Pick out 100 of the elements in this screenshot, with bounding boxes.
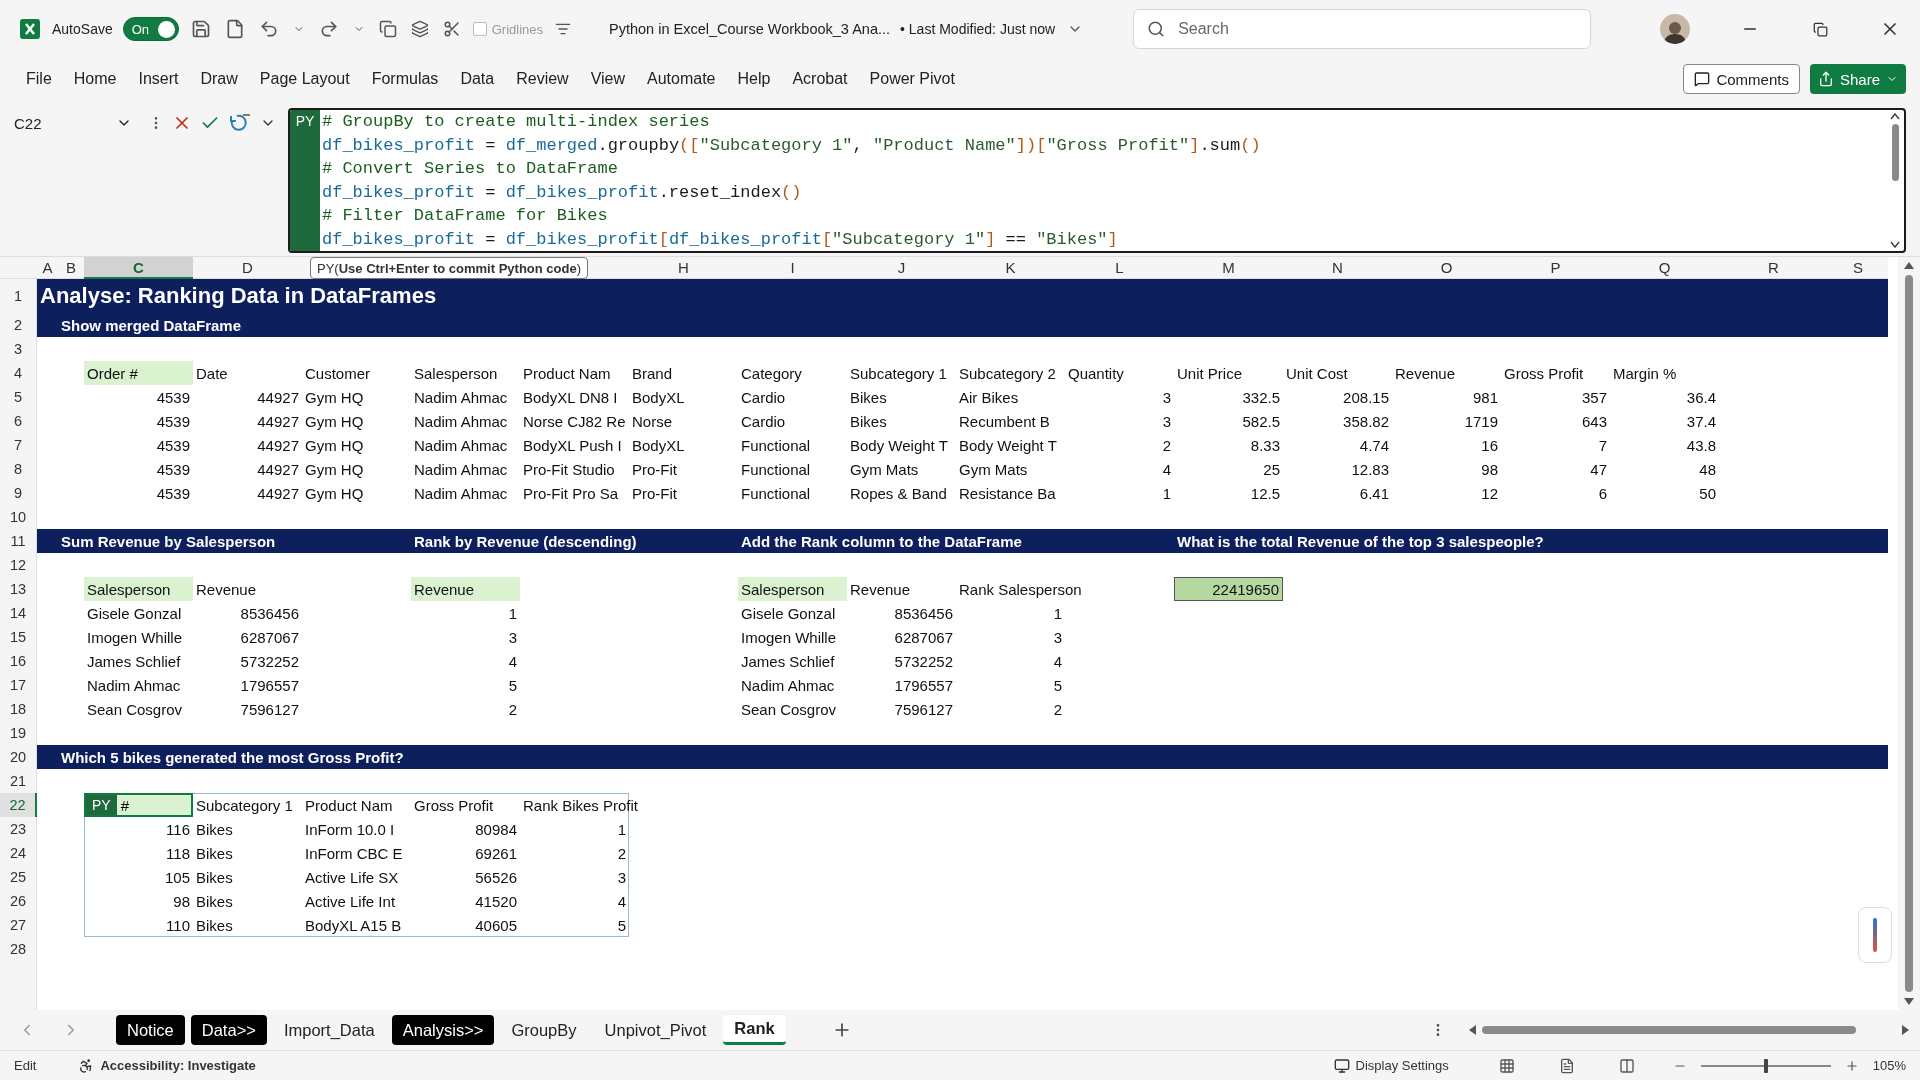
menu-tab[interactable]: Review xyxy=(506,64,579,94)
table-cell-text: 6.41 xyxy=(1358,483,1390,504)
table-cell-text: Bikes xyxy=(195,819,234,840)
menu-tab[interactable]: Home xyxy=(63,64,127,94)
output-type-icon[interactable] xyxy=(228,112,252,134)
table-cell-text: Gross Profit xyxy=(1503,363,1585,384)
scroll-right-icon[interactable] xyxy=(1902,1025,1910,1035)
code-line: # Filter DataFrame for Bikes xyxy=(322,205,609,227)
table-cell-text: 41520 xyxy=(474,891,518,912)
selected-cell[interactable]: PY # xyxy=(84,793,193,817)
table-cell-text: 12.5 xyxy=(1249,483,1281,504)
table-cell-text: 1719 xyxy=(1463,411,1499,432)
table-cell-text: 6287067 xyxy=(239,627,300,648)
monitor-icon xyxy=(1333,1057,1350,1074)
accessibility-button[interactable]: Accessibility: Investigate xyxy=(72,1056,262,1075)
sheet-tab[interactable]: Notice xyxy=(116,1015,185,1045)
display-settings-button[interactable]: Display Settings xyxy=(1327,1056,1455,1075)
sheet-tab[interactable]: Analysis>> xyxy=(391,1015,495,1045)
table-cell-text: 12 xyxy=(1480,483,1499,504)
page-break-icon[interactable] xyxy=(1618,1057,1635,1074)
table-cell-text: InForm 10.0 I xyxy=(304,819,396,840)
sheet-tab[interactable]: GroupBy xyxy=(500,1015,588,1045)
sheet-tab[interactable]: Rank xyxy=(723,1015,786,1045)
table-cell-text: 2 xyxy=(1052,699,1063,720)
menu-tab[interactable]: Draw xyxy=(190,64,248,94)
menu-tab[interactable]: Formulas xyxy=(361,64,449,94)
table-cell-text: 2 xyxy=(616,843,627,864)
scroll-up-icon[interactable] xyxy=(1904,261,1914,269)
table-cell-text: Cardio xyxy=(740,387,787,408)
python-code-editor[interactable] xyxy=(288,108,1906,253)
table-cell-text: 2 xyxy=(1161,435,1172,456)
scroll-left-icon[interactable] xyxy=(1468,1025,1476,1035)
page-layout-icon[interactable] xyxy=(1558,1057,1575,1074)
sheet-tab[interactable]: Import_Data xyxy=(272,1015,386,1045)
table-cell-text: Bikes xyxy=(849,411,888,432)
table-cell-text: Subcategory 1 xyxy=(849,363,948,384)
scrollbar-thumb[interactable] xyxy=(1905,275,1913,992)
zoom-in-icon[interactable] xyxy=(1844,1058,1859,1073)
table-cell-text: Bikes xyxy=(195,891,234,912)
table-cell-text: Date xyxy=(195,363,229,384)
comments-button[interactable]: Comments xyxy=(1683,64,1800,94)
table-cell-text: Nadim Ahmac xyxy=(740,675,836,696)
table-cell-text: 981 xyxy=(1471,387,1499,408)
table-cell-text: 4.74 xyxy=(1358,435,1390,456)
table-cell-text: Imogen Whille xyxy=(86,627,184,648)
code-line: df_bikes_profit = df_bikes_profit.reset_index() xyxy=(322,181,803,204)
row-header[interactable]: 22 xyxy=(0,793,37,817)
menu-tab[interactable]: Insert xyxy=(128,64,189,94)
table-cell-text: 118 xyxy=(165,843,191,864)
table-cell-text: 4539 xyxy=(155,459,191,480)
avatar-icon[interactable] xyxy=(1660,14,1690,44)
color-bar-icon xyxy=(1873,918,1877,952)
section-heading: Add the Rank column to the DataFrame xyxy=(740,531,1023,552)
menu-tab[interactable]: Power Pivot xyxy=(859,64,965,94)
section-heading: Show merged DataFrame xyxy=(60,315,243,336)
table-cell-text: Gisele Gonzal xyxy=(86,603,183,624)
table-cell-text: Gym HQ xyxy=(304,459,365,480)
scrollbar-thumb[interactable] xyxy=(1482,1026,1856,1034)
side-panel-tab[interactable] xyxy=(1858,907,1892,963)
normal-view-icon[interactable] xyxy=(1498,1057,1515,1074)
menu-tab[interactable]: File xyxy=(16,64,62,94)
column-header[interactable]: C xyxy=(84,257,193,279)
table-cell-text: Gross Profit xyxy=(413,795,495,816)
table-cell-text: Gym HQ xyxy=(304,411,365,432)
share-icon xyxy=(1817,71,1834,87)
table-cell-text: 116 xyxy=(165,819,191,840)
menu-tab[interactable]: Help xyxy=(727,64,781,94)
sheet-tab[interactable]: Unpivot_Pivot xyxy=(593,1015,718,1045)
table-cell-text: 3 xyxy=(1161,411,1172,432)
menu-tab[interactable]: Page Layout xyxy=(249,64,360,94)
menu-tab[interactable]: View xyxy=(580,64,636,94)
table-cell-text: 6 xyxy=(1597,483,1608,504)
scrollbar-thumb[interactable] xyxy=(1891,124,1899,181)
menu-tab[interactable]: Data xyxy=(450,64,505,94)
menu-tab[interactable]: Acrobat xyxy=(782,64,858,94)
table-cell-text: Rank Salesperson xyxy=(958,579,1083,600)
menu-tab[interactable]: Automate xyxy=(637,64,726,94)
sheet-tab[interactable]: Data>> xyxy=(190,1015,267,1045)
scroll-down-icon[interactable] xyxy=(1890,241,1900,249)
table-cell-text: BodyXL xyxy=(631,435,686,456)
scroll-down-icon[interactable] xyxy=(1904,998,1914,1006)
table-cell-text: Pro-Fit xyxy=(631,459,678,480)
table-cell-text: 1796557 xyxy=(893,675,954,696)
table-cell-text: 50 xyxy=(1698,483,1717,504)
table-cell-text: Salesperson xyxy=(413,363,499,384)
table-cell-text: 357 xyxy=(1580,387,1608,408)
table-cell-text: Margin % xyxy=(1612,363,1678,384)
search-field[interactable]: Search xyxy=(1133,9,1592,49)
autosave-label: AutoSave xyxy=(52,21,113,37)
scroll-up-icon[interactable] xyxy=(1890,112,1900,120)
table-cell-text: 1 xyxy=(1161,483,1172,504)
table-cell-text: 358.82 xyxy=(1342,411,1390,432)
share-button[interactable]: Share xyxy=(1809,64,1906,94)
table-cell-text: Norse CJ82 Re xyxy=(522,411,627,432)
code-line: df_bikes_profit = df_bikes_profit[df_bikes_profit["Subcategory 1"] == "Bikes"] xyxy=(322,228,1119,251)
table-cell-text: 98 xyxy=(172,891,191,912)
table-cell-text: Bikes xyxy=(195,843,234,864)
table-cell-text: 2 xyxy=(507,699,518,720)
table-cell-text: 43.8 xyxy=(1685,435,1717,456)
autosave-toggle[interactable]: On xyxy=(122,17,179,41)
